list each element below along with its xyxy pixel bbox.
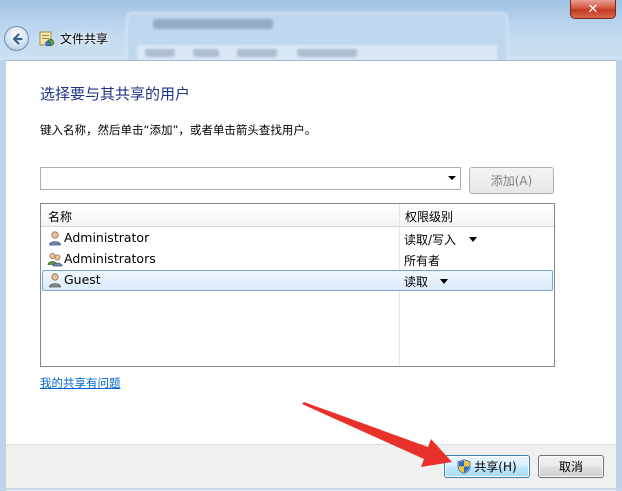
background-window-segment bbox=[145, 49, 175, 57]
user-name-combobox[interactable] bbox=[40, 167, 461, 190]
back-arrow-icon bbox=[12, 32, 23, 45]
user-name: Administrators bbox=[64, 251, 156, 266]
close-button[interactable]: ✕ bbox=[570, 0, 616, 19]
permission-level: 所有者 bbox=[404, 254, 441, 268]
background-window-segment bbox=[193, 49, 219, 57]
group-icon bbox=[47, 253, 63, 267]
title-bar: ✕ 文件共享 bbox=[0, 0, 622, 60]
permission-level[interactable]: 读取/写入 bbox=[404, 231, 456, 248]
user-name: Guest bbox=[64, 272, 101, 287]
background-window-segment bbox=[297, 49, 357, 57]
cancel-button[interactable]: 取消 bbox=[538, 455, 604, 478]
list-header: 名称 权限级别 bbox=[41, 204, 554, 227]
permission-level[interactable]: 读取 bbox=[404, 273, 428, 290]
user-permission-list: 名称 权限级别 Administrator 读取/写入 Administrato… bbox=[40, 203, 555, 367]
dropdown-arrow-icon[interactable] bbox=[440, 279, 448, 284]
share-button[interactable]: 共享(H) bbox=[444, 455, 530, 478]
column-header-name[interactable]: 名称 bbox=[48, 208, 72, 225]
chevron-down-icon[interactable] bbox=[448, 176, 456, 180]
instruction-text: 键入名称，然后单击“添加”，或者单击箭头查找用户。 bbox=[40, 123, 317, 137]
table-row[interactable]: Administrators 所有者 bbox=[42, 249, 553, 270]
user-name: Administrator bbox=[64, 230, 150, 245]
table-row-selected[interactable]: Guest 读取 bbox=[42, 270, 553, 291]
background-window bbox=[126, 12, 508, 60]
share-button-label: 共享(H) bbox=[474, 460, 517, 474]
user-name-input[interactable] bbox=[41, 168, 449, 189]
file-sharing-icon bbox=[39, 31, 55, 47]
uac-shield-icon bbox=[457, 459, 471, 474]
user-icon bbox=[49, 273, 61, 288]
page-title: 选择要与其共享的用户 bbox=[40, 85, 191, 103]
help-link[interactable]: 我的共享有问题 bbox=[40, 375, 121, 391]
background-window-segment bbox=[237, 49, 277, 57]
dropdown-arrow-icon[interactable] bbox=[469, 237, 477, 242]
table-row[interactable]: Administrator 读取/写入 bbox=[42, 228, 553, 249]
user-icon bbox=[49, 231, 61, 246]
dialog-content: 选择要与其共享的用户 键入名称，然后单击“添加”，或者单击箭头查找用户。 添加(… bbox=[6, 60, 616, 445]
close-icon: ✕ bbox=[587, 1, 599, 17]
window-title: 文件共享 bbox=[60, 32, 109, 46]
add-button[interactable]: 添加(A) bbox=[469, 167, 554, 194]
button-bar: 共享(H) 取消 bbox=[6, 444, 616, 491]
back-button[interactable] bbox=[4, 26, 29, 51]
column-header-permission[interactable]: 权限级别 bbox=[405, 208, 453, 225]
background-window-title bbox=[153, 19, 273, 29]
